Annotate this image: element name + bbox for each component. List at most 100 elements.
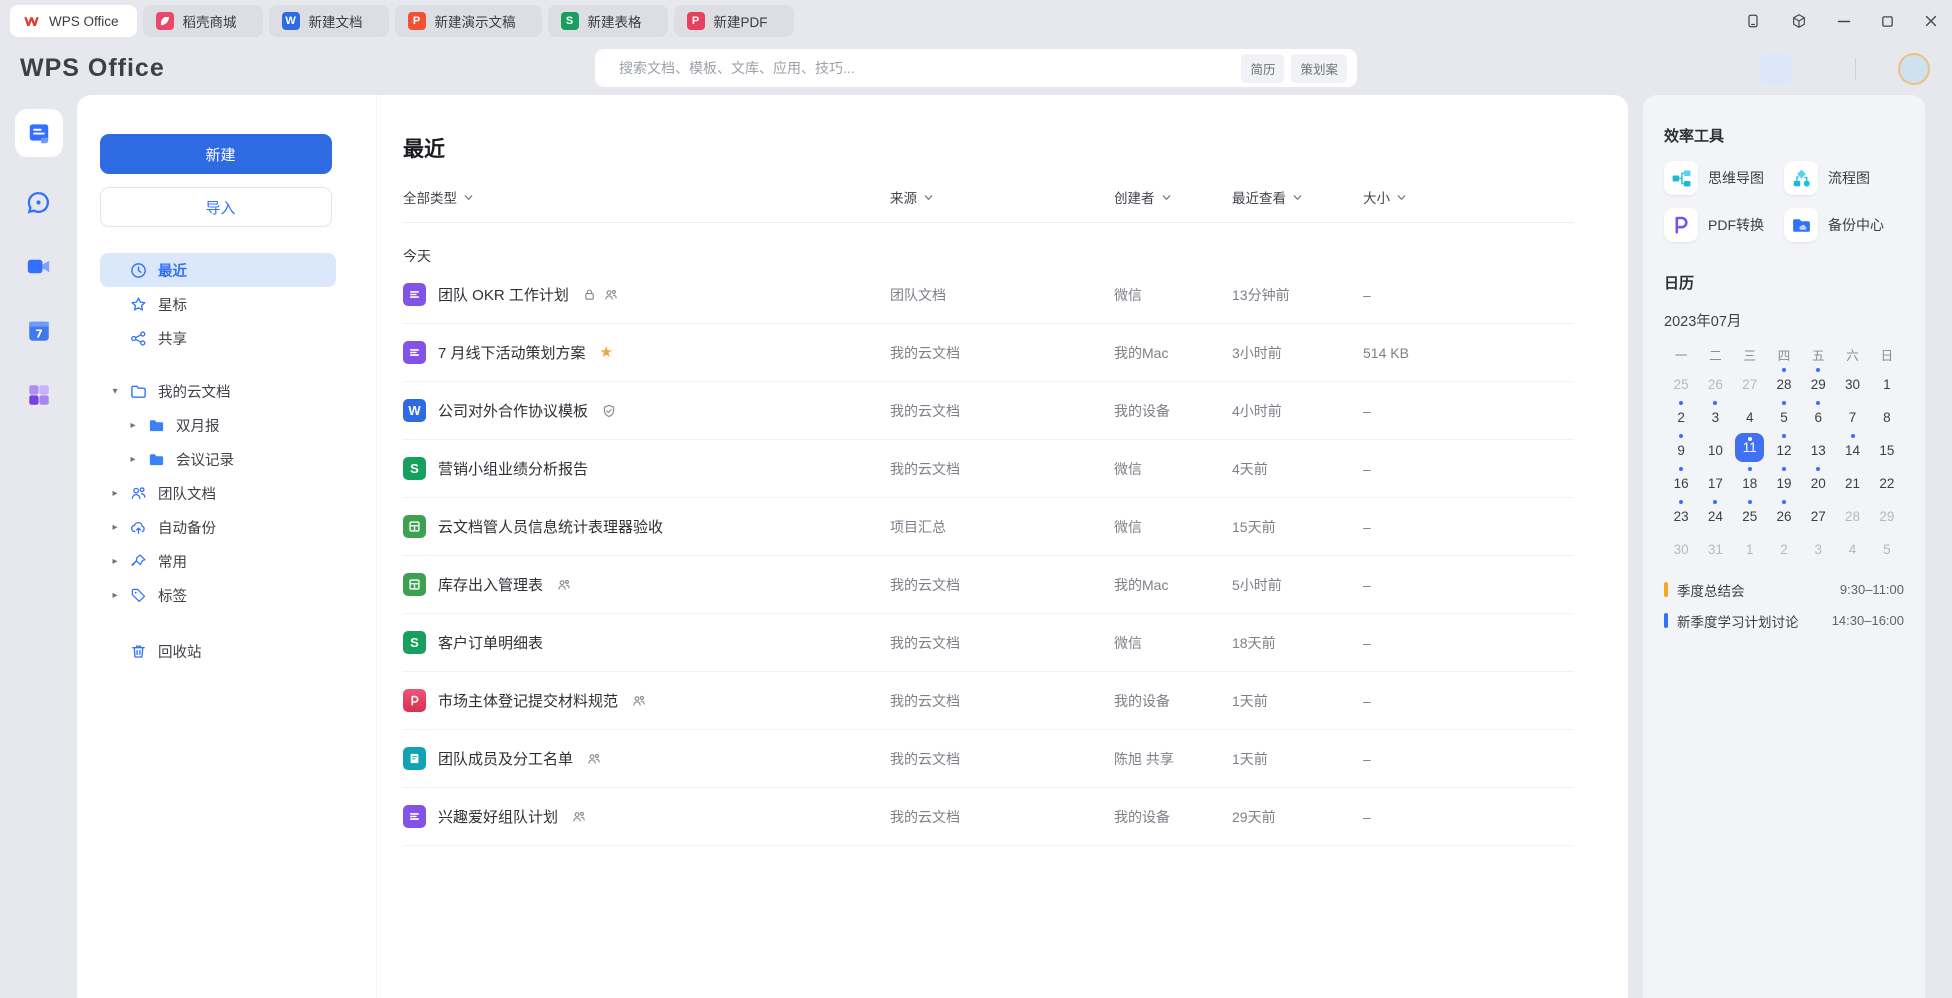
sidebar-item-回收站[interactable]: 回收站 — [100, 634, 336, 668]
rail-apps-purple[interactable] — [26, 382, 52, 413]
calendar-day[interactable]: 19 — [1767, 463, 1801, 496]
file-row[interactable]: 7 月线下活动策划方案★我的云文档我的Mac3小时前514 KB — [403, 324, 1574, 382]
calendar-day[interactable]: 4 — [1733, 397, 1767, 430]
tab-新建演示文稿[interactable]: P新建演示文稿 — [395, 5, 542, 37]
calendar-day[interactable]: 30 — [1835, 364, 1869, 397]
calendar-day[interactable]: 2 — [1664, 397, 1698, 430]
tool-流程图[interactable]: 流程图 — [1784, 161, 1904, 195]
calendar-day[interactable]: 29 — [1870, 496, 1904, 529]
calendar-day[interactable]: 20 — [1801, 463, 1835, 496]
sidebar-item-标签[interactable]: ▸标签 — [100, 578, 336, 612]
sidebar-item-常用[interactable]: ▸常用 — [100, 544, 336, 578]
tab-新建表格[interactable]: S新建表格 — [548, 5, 668, 37]
calendar-day[interactable]: 9 — [1664, 430, 1698, 463]
device-preview-button[interactable] — [1745, 13, 1761, 29]
calendar-day[interactable]: 22 — [1870, 463, 1904, 496]
filter-全部类型[interactable]: 全部类型 — [403, 187, 890, 207]
sidebar-item-我的云文档[interactable]: ▾我的云文档 — [100, 374, 336, 408]
search-tag-策划案[interactable]: 策划案 — [1291, 54, 1347, 83]
sidebar-item-最近[interactable]: 最近 — [100, 253, 336, 287]
tab-WPS Office[interactable]: WPS Office — [10, 5, 137, 37]
calendar-day[interactable]: 12 — [1767, 430, 1801, 463]
tab-稻壳商城[interactable]: 稻壳商城 — [143, 5, 263, 37]
maximize-button[interactable] — [1881, 15, 1894, 28]
caret-right-icon[interactable]: ▸ — [108, 590, 122, 601]
sidebar-item-共享[interactable]: 共享 — [100, 321, 336, 355]
tool-思维导图[interactable]: 思维导图 — [1664, 161, 1784, 195]
calendar-day[interactable]: 8 — [1870, 397, 1904, 430]
calendar-day[interactable]: 5 — [1870, 529, 1904, 562]
calendar-day[interactable]: 27 — [1733, 364, 1767, 397]
rail-documents-home-active[interactable] — [15, 109, 63, 157]
calendar-day[interactable]: 21 — [1835, 463, 1869, 496]
global-search-bar[interactable]: 简历策划案 — [595, 49, 1357, 87]
calendar-day[interactable]: 1 — [1733, 529, 1767, 562]
calendar-day[interactable]: 24 — [1698, 496, 1732, 529]
new-document-button[interactable]: 新建 — [100, 134, 332, 174]
filter-大小[interactable]: 大小 — [1363, 187, 1574, 207]
apps-grid-button[interactable] — [1760, 53, 1792, 85]
calendar-day[interactable]: 2 — [1767, 529, 1801, 562]
tool-备份中心[interactable]: 备份中心 — [1784, 208, 1904, 242]
file-row[interactable]: 库存出入管理表我的云文档我的Mac5小时前– — [403, 556, 1574, 614]
sidebar-item-会议记录[interactable]: ▸会议记录 — [100, 442, 336, 476]
sidebar-item-星标[interactable]: 星标 — [100, 287, 336, 321]
calendar-day[interactable]: 16 — [1664, 463, 1698, 496]
calendar-day[interactable]: 17 — [1698, 463, 1732, 496]
user-avatar[interactable] — [1898, 53, 1930, 85]
rail-messages[interactable] — [26, 190, 51, 220]
sidebar-item-团队文档[interactable]: ▸团队文档 — [100, 476, 336, 510]
search-tag-简历[interactable]: 简历 — [1241, 54, 1284, 83]
calendar-day[interactable]: 3 — [1801, 529, 1835, 562]
calendar-day[interactable]: 23 — [1664, 496, 1698, 529]
close-button[interactable] — [1924, 14, 1938, 28]
calendar-day[interactable]: 13 — [1801, 430, 1835, 463]
calendar-day[interactable]: 29 — [1801, 364, 1835, 397]
calendar-day[interactable]: 6 — [1801, 397, 1835, 430]
filter-来源[interactable]: 来源 — [890, 187, 1114, 207]
calendar-day[interactable]: 31 — [1698, 529, 1732, 562]
calendar-day[interactable]: 15 — [1870, 430, 1904, 463]
file-row[interactable]: S营销小组业绩分析报告我的云文档微信4天前– — [403, 440, 1574, 498]
file-row[interactable]: 云文档管人员信息统计表理器验收项目汇总微信15天前– — [403, 498, 1574, 556]
calendar-day[interactable]: 1 — [1870, 364, 1904, 397]
sidebar-item-自动备份[interactable]: ▸自动备份 — [100, 510, 336, 544]
calendar-event[interactable]: 新季度学习计划讨论14:30–16:00 — [1664, 605, 1904, 636]
tab-新建PDF[interactable]: P新建PDF — [674, 5, 794, 37]
caret-right-icon[interactable]: ▸ — [126, 454, 140, 465]
calendar-day[interactable]: 25 — [1664, 364, 1698, 397]
calendar-day[interactable]: 7 — [1835, 397, 1869, 430]
caret-down-icon[interactable]: ▾ — [108, 386, 122, 397]
caret-right-icon[interactable]: ▸ — [108, 556, 122, 567]
filter-最近查看[interactable]: 最近查看 — [1232, 187, 1363, 207]
caret-right-icon[interactable]: ▸ — [126, 420, 140, 431]
calendar-day[interactable]: 5 — [1767, 397, 1801, 430]
calendar-event[interactable]: 季度总结会9:30–11:00 — [1664, 574, 1904, 605]
file-row[interactable]: S客户订单明细表我的云文档微信18天前– — [403, 614, 1574, 672]
rail-calendar-app[interactable]: 7 — [26, 318, 52, 349]
file-row[interactable]: 团队 OKR 工作计划团队文档微信13分钟前– — [403, 266, 1574, 324]
calendar-day[interactable]: 28 — [1835, 496, 1869, 529]
calendar-day[interactable]: 30 — [1664, 529, 1698, 562]
caret-right-icon[interactable]: ▸ — [108, 488, 122, 499]
file-row[interactable]: 兴趣爱好组队计划我的云文档我的设备29天前– — [403, 788, 1574, 846]
calendar-day[interactable]: 4 — [1835, 529, 1869, 562]
calendar-day[interactable]: 14 — [1835, 430, 1869, 463]
sidebar-item-双月报[interactable]: ▸双月报 — [100, 408, 336, 442]
tool-PDF转换[interactable]: PDF转换 — [1664, 208, 1784, 242]
minimize-button[interactable] — [1837, 14, 1851, 28]
calendar-day[interactable]: 10 — [1698, 430, 1732, 463]
calendar-day-selected[interactable]: 11 — [1733, 430, 1767, 463]
search-input[interactable] — [619, 60, 1234, 76]
filter-创建者[interactable]: 创建者 — [1114, 187, 1232, 207]
tab-新建文档[interactable]: W新建文档 — [269, 5, 389, 37]
calendar-day[interactable]: 26 — [1767, 496, 1801, 529]
file-row[interactable]: 团队成员及分工名单我的云文档陈旭 共享1天前– — [403, 730, 1574, 788]
calendar-day[interactable]: 28 — [1767, 364, 1801, 397]
file-row[interactable]: W公司对外合作协议模板我的云文档我的设备4小时前– — [403, 382, 1574, 440]
import-button[interactable]: 导入 — [100, 187, 332, 227]
package-button[interactable] — [1791, 13, 1807, 29]
calendar-day[interactable]: 18 — [1733, 463, 1767, 496]
caret-right-icon[interactable]: ▸ — [108, 522, 122, 533]
calendar-day[interactable]: 25 — [1733, 496, 1767, 529]
